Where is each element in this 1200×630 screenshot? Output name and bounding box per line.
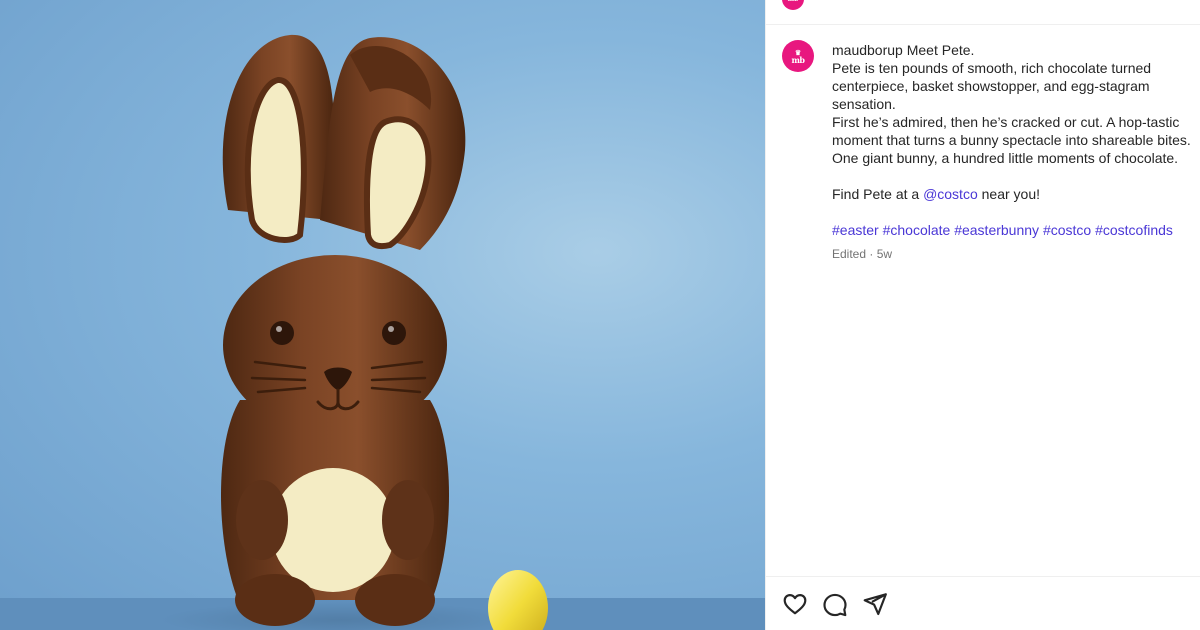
post-image xyxy=(0,0,765,630)
comment-button[interactable] xyxy=(822,591,848,617)
hashtag-link[interactable]: #costco xyxy=(1043,222,1091,238)
username-link[interactable]: maudborup xyxy=(832,42,903,58)
caption-line: moment that turns a bunny spectacle into… xyxy=(832,132,1191,148)
comment-icon xyxy=(823,593,847,617)
caption-line: sensation. xyxy=(832,96,896,112)
mention-link[interactable]: @costco xyxy=(923,186,978,202)
post-caption: maudborup Meet Pete. Pete is ten pounds … xyxy=(832,41,1200,263)
header-avatar-initials: mb xyxy=(788,0,799,3)
find-suffix: near you! xyxy=(977,186,1041,202)
find-prefix: Find Pete at a xyxy=(832,186,924,202)
post-header: mb xyxy=(766,0,1200,25)
hashtag-link[interactable]: #easter xyxy=(832,222,879,238)
hashtag-link[interactable]: #chocolate xyxy=(883,222,951,238)
caption-line: First he’s admired, then he’s cracked or… xyxy=(832,114,1180,130)
hashtag-link[interactable]: #costcofinds xyxy=(1095,222,1173,238)
caption-line: centerpiece, basket showstopper, and egg… xyxy=(832,78,1150,94)
caption-title: Meet Pete. xyxy=(906,42,975,58)
action-bar xyxy=(766,576,1200,630)
post-details-panel: mb ♛ mb maudborup Meet Pete. Pete is ten… xyxy=(765,0,1200,630)
like-button[interactable] xyxy=(782,591,808,617)
caption-line: One giant bunny, a hundred little moment… xyxy=(832,150,1179,166)
post-meta: Edited · 5w xyxy=(832,247,893,261)
share-icon xyxy=(863,593,887,616)
caption-line: Pete is ten pounds of smooth, rich choco… xyxy=(832,60,1152,76)
hashtag-row: #easter #chocolate #easterbunny #costco … xyxy=(832,221,1200,239)
caption-find-line: Find Pete at a @costco near you! xyxy=(832,185,1200,203)
share-button[interactable] xyxy=(862,591,888,617)
chocolate-bunny-illustration xyxy=(0,34,765,630)
caption-avatar[interactable]: ♛ mb xyxy=(782,40,814,72)
header-avatar[interactable]: mb xyxy=(782,0,804,10)
hashtag-link[interactable]: #easterbunny xyxy=(954,222,1039,238)
avatar-initials: mb xyxy=(791,54,805,65)
heart-icon xyxy=(783,594,807,615)
yellow-egg xyxy=(488,570,548,630)
caption-first-line: maudborup Meet Pete. xyxy=(832,41,1200,59)
